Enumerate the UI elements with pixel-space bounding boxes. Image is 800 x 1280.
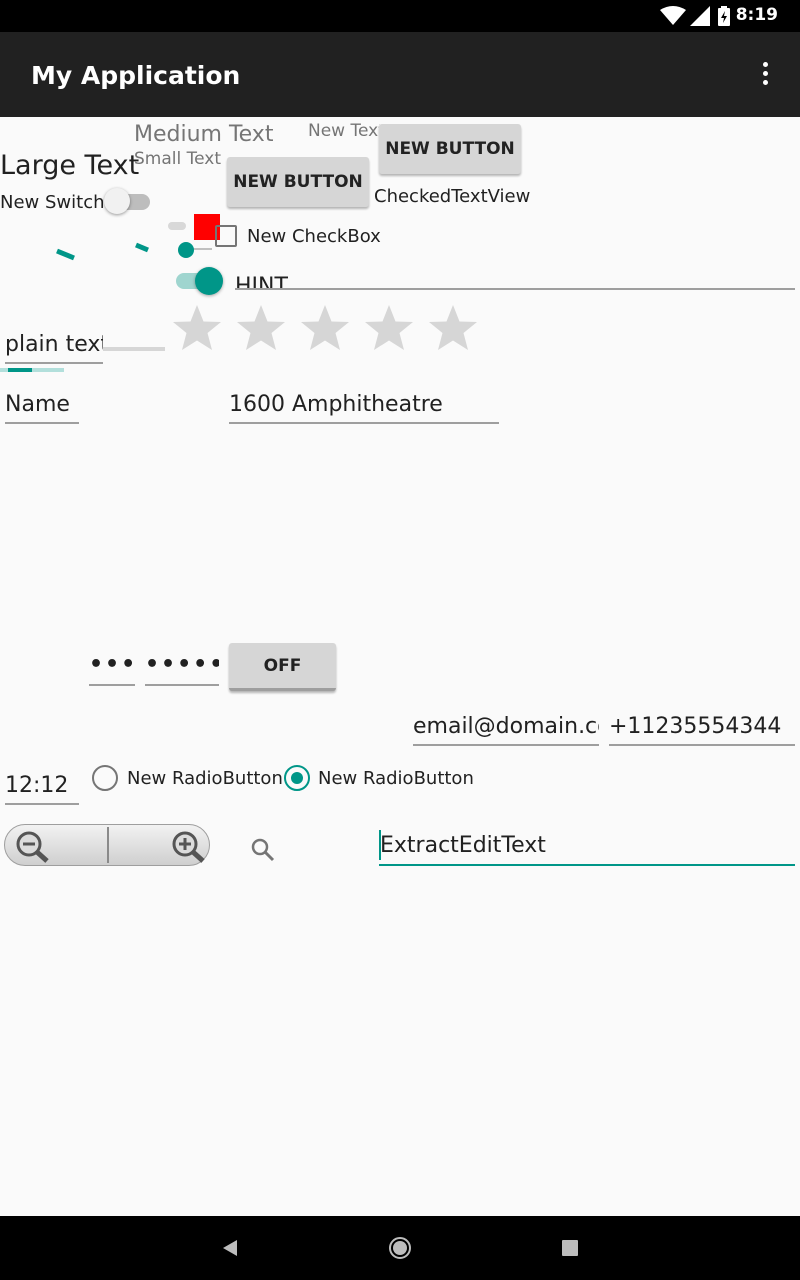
switch-label: New Switch [0, 192, 105, 213]
wifi-icon [660, 6, 686, 25]
back-icon[interactable] [220, 1238, 240, 1258]
checkbox[interactable] [215, 225, 237, 247]
signal-icon [690, 6, 710, 26]
time-field[interactable]: 12:12 [5, 773, 79, 805]
name-field[interactable]: Name [5, 392, 79, 424]
checked-text-view[interactable]: CheckedTextView [374, 186, 530, 207]
recents-icon[interactable] [562, 1240, 578, 1256]
new-switch[interactable] [104, 186, 152, 216]
rating-bar[interactable] [168, 300, 488, 360]
battery-icon [718, 6, 730, 26]
checkbox-label: New CheckBox [247, 226, 381, 247]
progress-spinner [56, 242, 149, 261]
email-field[interactable]: email@domain.com [413, 714, 599, 746]
status-bar: 8:19 [0, 0, 800, 32]
horizontal-progress [0, 368, 64, 372]
radio-button-1[interactable] [92, 765, 118, 791]
radio-button-2[interactable] [284, 765, 310, 791]
zoom-controls [4, 824, 210, 866]
address-field[interactable]: 1600 Amphitheatre [229, 392, 499, 424]
plain-text-field[interactable]: plain text [5, 332, 103, 364]
new-text: New Text [308, 121, 380, 141]
action-bar: My Application [0, 32, 800, 117]
new-button[interactable]: NEW BUTTON [227, 157, 369, 207]
hint-field[interactable]: HINT [235, 262, 795, 290]
status-time: 8:19 [735, 5, 778, 25]
new-button-top[interactable]: NEW BUTTON [379, 124, 521, 174]
app-title: My Application [31, 61, 241, 90]
password-field-long[interactable]: ••••• [145, 652, 219, 686]
toggle-button-off[interactable]: OFF [229, 643, 336, 691]
switch-on[interactable] [176, 266, 224, 296]
horizontal-progress-track [103, 347, 165, 351]
mini-seekbar[interactable] [176, 240, 216, 260]
mini-switch-track[interactable] [168, 222, 186, 230]
password-field-short[interactable]: ••• [89, 652, 135, 686]
zoom-out-icon[interactable] [13, 829, 53, 863]
large-text: Large Text [0, 150, 140, 181]
zoom-in-icon[interactable] [169, 829, 209, 863]
search-icon[interactable] [250, 837, 276, 863]
extract-edit-text[interactable]: ExtractEditText [379, 830, 795, 866]
more-vert-icon[interactable] [762, 62, 768, 86]
phone-field[interactable]: +11235554344 [609, 714, 795, 746]
radio-label-2: New RadioButton [318, 768, 474, 789]
radio-label-1: New RadioButton [127, 768, 283, 789]
navigation-bar [0, 1216, 800, 1280]
small-text: Small Text [134, 149, 222, 169]
home-icon[interactable] [388, 1236, 412, 1260]
medium-text: Medium Text [134, 122, 274, 147]
